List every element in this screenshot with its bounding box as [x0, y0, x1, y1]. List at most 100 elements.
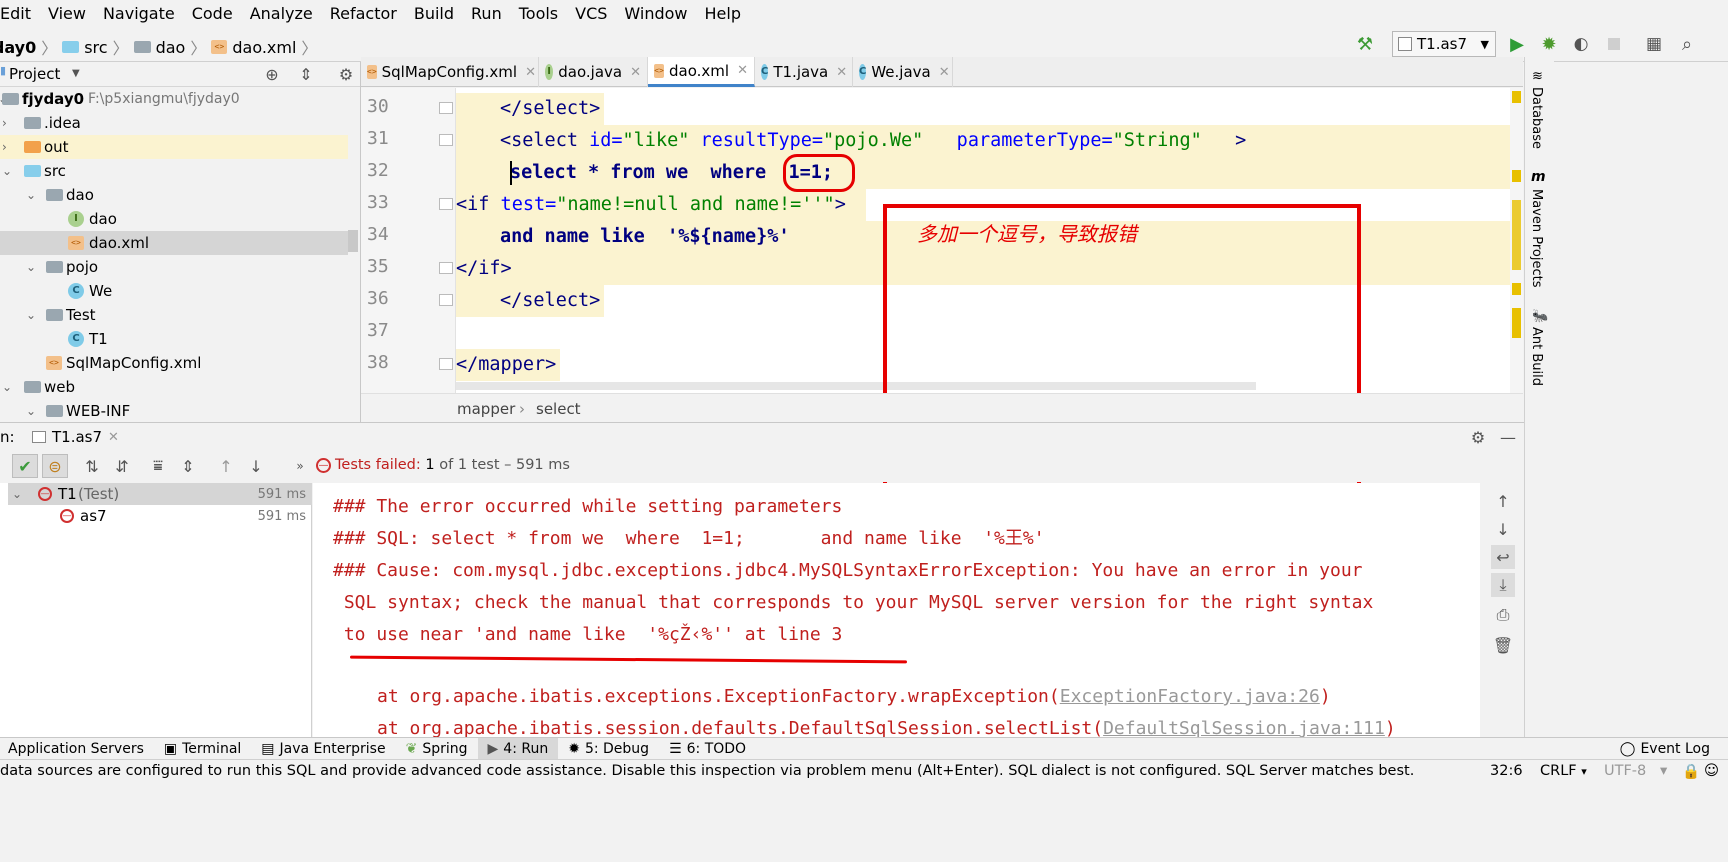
arrow-up-icon[interactable]: ↑	[1491, 489, 1515, 513]
chevron-down-icon[interactable]: ⌄	[2, 380, 12, 394]
search-icon[interactable]: ⌕	[1676, 33, 1698, 55]
tab-dao-java[interactable]: I dao.java ✕	[539, 57, 648, 87]
tree-item-dao-interface[interactable]: I dao	[0, 207, 348, 231]
project-structure-icon[interactable]: ▦	[1643, 33, 1665, 55]
close-icon[interactable]: ✕	[525, 65, 536, 80]
more-icon[interactable]: »	[290, 454, 310, 478]
fold-icon[interactable]	[439, 134, 453, 146]
expand-all-icon[interactable]: ⩸	[146, 454, 170, 478]
database-tool[interactable]: Database	[1529, 87, 1544, 149]
trace-link[interactable]: ExceptionFactory.java:26	[1060, 686, 1320, 707]
marker[interactable]	[1512, 308, 1521, 338]
chevron-down-icon[interactable]: ▼	[72, 68, 80, 79]
minimize-icon[interactable]: —	[1498, 427, 1518, 447]
sort-duration-icon[interactable]: ⇵	[110, 454, 134, 478]
menu-navigate[interactable]: Navigate	[95, 4, 184, 23]
print-icon[interactable]: ⎙	[1491, 603, 1515, 627]
breadcrumb-select[interactable]: select	[536, 400, 581, 418]
ant-build-tool[interactable]: Ant Build	[1529, 327, 1544, 386]
marker[interactable]	[1512, 283, 1521, 295]
marker[interactable]	[1512, 200, 1521, 270]
chevron-down-icon[interactable]: ⌄	[2, 164, 12, 178]
close-icon[interactable]: ✕	[630, 65, 641, 80]
menu-help[interactable]: Help	[697, 4, 750, 23]
line-separator[interactable]: CRLF ▾	[1540, 763, 1587, 779]
crumb-src[interactable]: src	[84, 38, 107, 57]
tab-debug[interactable]: ✹ 5: Debug	[558, 738, 659, 760]
next-failed-icon[interactable]: ↓	[244, 454, 268, 478]
sort-alpha-icon[interactable]: ⇅	[80, 454, 104, 478]
chevron-down-icon[interactable]: ⌄	[26, 308, 36, 322]
menu-edit[interactable]: Edit	[0, 4, 40, 23]
menu-vcs[interactable]: VCS	[567, 4, 616, 23]
project-scrollbar[interactable]	[348, 230, 358, 252]
menu-analyze[interactable]: Analyze	[242, 4, 322, 23]
menu-tools[interactable]: Tools	[511, 4, 567, 23]
show-passed-icon[interactable]: ✔	[12, 454, 38, 478]
tree-item-test[interactable]: ⌄ Test	[0, 303, 348, 327]
tab-sqlmapconfig[interactable]: <> SqlMapConfig.xml ✕	[361, 57, 539, 87]
chevron-down-icon[interactable]: ⌄	[12, 487, 22, 501]
tree-item-t1[interactable]: C T1	[0, 327, 348, 351]
tree-root[interactable]: ⌄ fjyday0 F:\p5xiangmu\fjyday0	[0, 87, 348, 111]
crumb-dao[interactable]: dao	[156, 38, 186, 57]
chevron-down-icon[interactable]: ⌄	[26, 404, 36, 418]
show-ignored-icon[interactable]: ⊜	[42, 454, 68, 478]
trash-icon[interactable]: 🗑	[1491, 633, 1515, 657]
tab-t1-java[interactable]: C T1.java ✕	[755, 57, 853, 87]
tab-terminal[interactable]: ▣ Terminal	[154, 738, 251, 760]
tree-item-dao-xml[interactable]: <> dao.xml	[0, 231, 348, 255]
tab-spring[interactable]: ❦ Spring	[396, 738, 478, 760]
crumb-project[interactable]: fjyday0	[0, 38, 36, 57]
chevron-down-icon[interactable]: ⌄	[26, 188, 36, 202]
scroll-to-end-icon[interactable]: ⤓	[1491, 573, 1515, 597]
run-tab[interactable]: T1.as7 ✕	[32, 425, 119, 449]
menu-run[interactable]: Run	[463, 4, 511, 23]
inspector-icon[interactable]: ☺	[1704, 763, 1719, 779]
soft-wrap-icon[interactable]: ↩	[1491, 545, 1515, 569]
menu-refactor[interactable]: Refactor	[322, 4, 406, 23]
tab-we-java[interactable]: C We.java ✕	[853, 57, 953, 87]
caret-position[interactable]: 32:6	[1486, 763, 1527, 779]
fold-icon[interactable]	[439, 294, 453, 306]
close-icon[interactable]: ✕	[737, 63, 748, 78]
project-view-title[interactable]: Project	[9, 65, 60, 83]
tree-item-web[interactable]: ⌄ web	[0, 375, 348, 399]
menu-build[interactable]: Build	[406, 4, 463, 23]
tab-todo[interactable]: ☰ 6: TODO	[659, 738, 756, 760]
breadcrumb-mapper[interactable]: mapper	[457, 400, 515, 418]
menu-window[interactable]: Window	[616, 4, 696, 23]
tree-item-pojo[interactable]: ⌄ pojo	[0, 255, 348, 279]
tree-item-web-inf[interactable]: ⌄ WEB-INF	[0, 399, 348, 421]
crumb-file[interactable]: dao.xml	[232, 38, 296, 57]
fold-icon[interactable]	[439, 262, 453, 274]
tree-item-out[interactable]: › out	[0, 135, 348, 159]
chevron-down-icon[interactable]: ⌄	[26, 260, 36, 274]
tree-item-dao-package[interactable]: ⌄ dao	[0, 183, 348, 207]
fold-icon[interactable]	[439, 358, 453, 370]
maven-tool[interactable]: Maven Projects	[1529, 189, 1544, 288]
close-icon[interactable]: ✕	[836, 65, 847, 80]
previous-failed-icon[interactable]: ↑	[214, 454, 238, 478]
tree-item-sqlmapconfig[interactable]: <> SqlMapConfig.xml	[0, 351, 348, 375]
build-hammer-icon[interactable]: ⚒	[1354, 33, 1376, 55]
run-config-select[interactable]: T1.as7 ▼	[1392, 31, 1496, 57]
fold-icon[interactable]	[439, 198, 453, 210]
tree-item-idea[interactable]: › .idea	[0, 111, 348, 135]
test-tree-row[interactable]: ⌄ — T1 (Test) 591 ms	[8, 483, 312, 505]
gear-icon[interactable]: ⚙	[336, 64, 356, 84]
debug-icon[interactable]: ✹	[1538, 33, 1560, 55]
coverage-icon[interactable]: ◐	[1570, 33, 1592, 55]
trace-link[interactable]: DefaultSqlSession.java:111	[1103, 718, 1385, 737]
fold-icon[interactable]	[439, 102, 453, 114]
file-encoding[interactable]: UTF-8	[1604, 763, 1646, 779]
stop-icon[interactable]	[1603, 33, 1625, 55]
lock-icon[interactable]: 🔒	[1682, 763, 1700, 780]
tab-event-log[interactable]: ◯ Event Log	[1610, 738, 1720, 760]
tab-application-servers[interactable]: Application Servers	[0, 738, 154, 760]
collapse-all-icon[interactable]: ⇕	[296, 64, 316, 84]
console-output[interactable]: ### The error occurred while setting par…	[313, 483, 1480, 737]
chevron-right-icon[interactable]: ›	[2, 140, 7, 154]
marker[interactable]	[1512, 170, 1521, 182]
tab-dao-xml[interactable]: <> dao.xml ✕	[648, 57, 755, 87]
